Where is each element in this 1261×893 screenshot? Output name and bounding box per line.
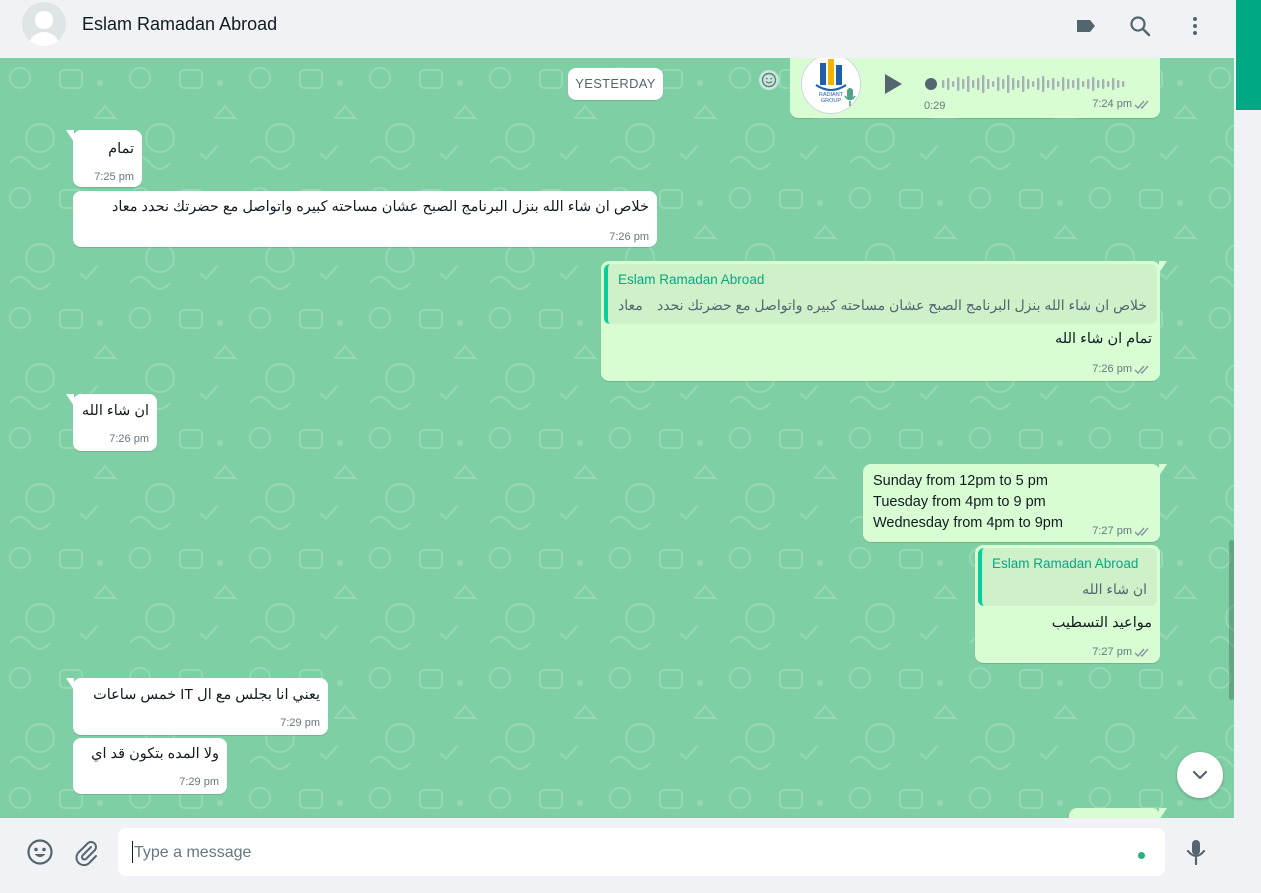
message-text: ولا المده بتكون قد اي — [91, 746, 219, 762]
message-time: 7:29 pm — [280, 717, 320, 729]
quote-author: Eslam Ramadan Abroad — [992, 556, 1139, 571]
bubble-tail — [1159, 261, 1167, 273]
window-edge — [1236, 0, 1261, 893]
double-check-icon — [1134, 648, 1149, 658]
avatar-head-shape — [35, 11, 53, 29]
message-text: مواعيد التسطيب — [1051, 615, 1152, 631]
quoted-message[interactable]: Eslam Ramadan Abroad خلاص ان شاء الله بن… — [604, 264, 1157, 324]
whatsapp-web-app: Eslam Ramadan Abroad YESTERDAY RADIANT G… — [0, 0, 1236, 893]
message-time: 7:25 pm — [94, 171, 134, 183]
menu-icon[interactable] — [1183, 14, 1207, 38]
message-text-line: Wednesday from 4pm to 9pm — [873, 515, 1063, 531]
quote-text: ان شاء الله — [1082, 581, 1147, 597]
incoming-message[interactable]: يعني انا بجلس مع ال IT خمس ساعات 7:29 pm — [66, 678, 328, 735]
chat-scrollbar[interactable] — [1229, 540, 1234, 700]
contact-name[interactable]: Eslam Ramadan Abroad — [82, 14, 277, 35]
message-text: خلاص ان شاء الله بنزل البرنامج الصبح عشا… — [111, 199, 649, 215]
message-time: 7:24 pm — [1092, 98, 1132, 110]
react-emoji-icon[interactable] — [758, 69, 780, 91]
incoming-message[interactable]: خلاص ان شاء الله بنزل البرنامج الصبح عشا… — [73, 191, 657, 247]
voice-note-bubble: RADIANT GROUP 0:29 7:24 pm — [790, 58, 1160, 118]
message-time: 7:26 pm — [109, 433, 149, 445]
accent-strip — [1236, 0, 1261, 110]
play-icon[interactable] — [882, 72, 904, 96]
message-text: تمام — [108, 141, 134, 157]
message-time: 7:27 pm — [1092, 525, 1132, 537]
outgoing-message-partial[interactable] — [1069, 808, 1167, 818]
date-separator: YESTERDAY — [568, 68, 663, 100]
search-icon[interactable] — [1128, 14, 1152, 38]
label-icon[interactable] — [1074, 14, 1098, 38]
outgoing-message[interactable]: Sunday from 12pm to 5 pm Tuesday from 4p… — [863, 464, 1167, 542]
voice-waveform[interactable] — [924, 72, 1136, 96]
message-text-line: Tuesday from 4pm to 9 pm — [873, 494, 1046, 510]
bubble-tail — [1159, 808, 1167, 818]
svg-text:GROUP: GROUP — [821, 98, 842, 104]
message-list[interactable]: YESTERDAY RADIANT GROUP 0:29 7:24 pm تما… — [0, 58, 1234, 818]
double-check-icon — [1134, 527, 1149, 537]
attach-icon[interactable] — [72, 838, 100, 866]
incoming-message[interactable]: ولا المده بتكون قد اي 7:29 pm — [73, 738, 227, 794]
incoming-message[interactable]: تمام 7:25 pm — [66, 130, 142, 187]
message-text: ان شاء الله — [81, 403, 149, 419]
bubble-tail — [1159, 464, 1167, 476]
quote-author: Eslam Ramadan Abroad — [618, 272, 765, 287]
message-text-line: Sunday from 12pm to 5 pm — [873, 473, 1048, 489]
voice-mic-icon — [844, 88, 856, 106]
emoji-icon[interactable] — [26, 838, 54, 866]
avatar-body-shape — [28, 32, 60, 46]
bubble-tail — [66, 678, 74, 690]
message-input[interactable] — [132, 838, 1126, 868]
quote-text-line: معاد — [618, 297, 643, 313]
message-time: 7:26 pm — [1092, 363, 1132, 375]
message-time: 7:27 pm — [1092, 646, 1132, 658]
voice-duration: 0:29 — [924, 100, 946, 112]
bubble-tail — [66, 130, 74, 142]
double-check-icon — [1134, 100, 1149, 110]
double-check-icon — [1134, 365, 1149, 375]
bubble-tail — [66, 394, 74, 406]
quoted-message[interactable]: Eslam Ramadan Abroad ان شاء الله — [978, 548, 1157, 606]
chevron-down-icon — [1192, 770, 1208, 780]
message-time: 7:26 pm — [609, 231, 649, 243]
contact-avatar[interactable] — [22, 2, 66, 46]
quote-text-line: خلاص ان شاء الله بنزل البرنامج الصبح عشا… — [657, 297, 1147, 313]
message-composer — [0, 818, 1234, 886]
message-text: تمام ان شاء الله — [1055, 331, 1152, 347]
outgoing-reply-message[interactable]: Eslam Ramadan Abroad ان شاء الله مواعيد … — [975, 545, 1160, 663]
scroll-to-bottom-button[interactable] — [1177, 752, 1223, 798]
message-text: يعني انا بجلس مع ال IT خمس ساعات — [93, 687, 320, 703]
mic-icon[interactable] — [1183, 838, 1209, 866]
outgoing-reply-message[interactable]: Eslam Ramadan Abroad خلاص ان شاء الله بن… — [601, 261, 1167, 381]
message-input-box[interactable] — [118, 828, 1165, 876]
status-dot — [1138, 852, 1145, 859]
message-time: 7:29 pm — [179, 776, 219, 788]
chat-header: Eslam Ramadan Abroad — [0, 0, 1234, 59]
incoming-message[interactable]: ان شاء الله 7:26 pm — [66, 394, 157, 451]
